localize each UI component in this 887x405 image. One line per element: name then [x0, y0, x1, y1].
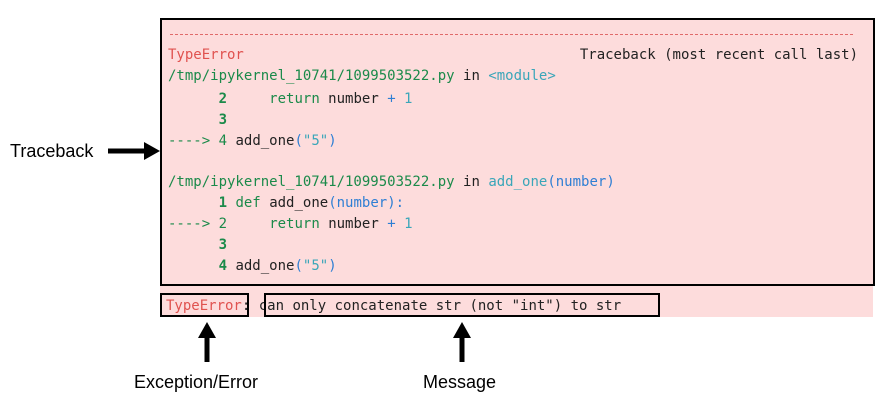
message-arrow	[453, 322, 471, 362]
annotation-arrows	[108, 142, 471, 362]
traceback-arrow	[108, 142, 160, 160]
exception-arrow	[198, 322, 216, 362]
